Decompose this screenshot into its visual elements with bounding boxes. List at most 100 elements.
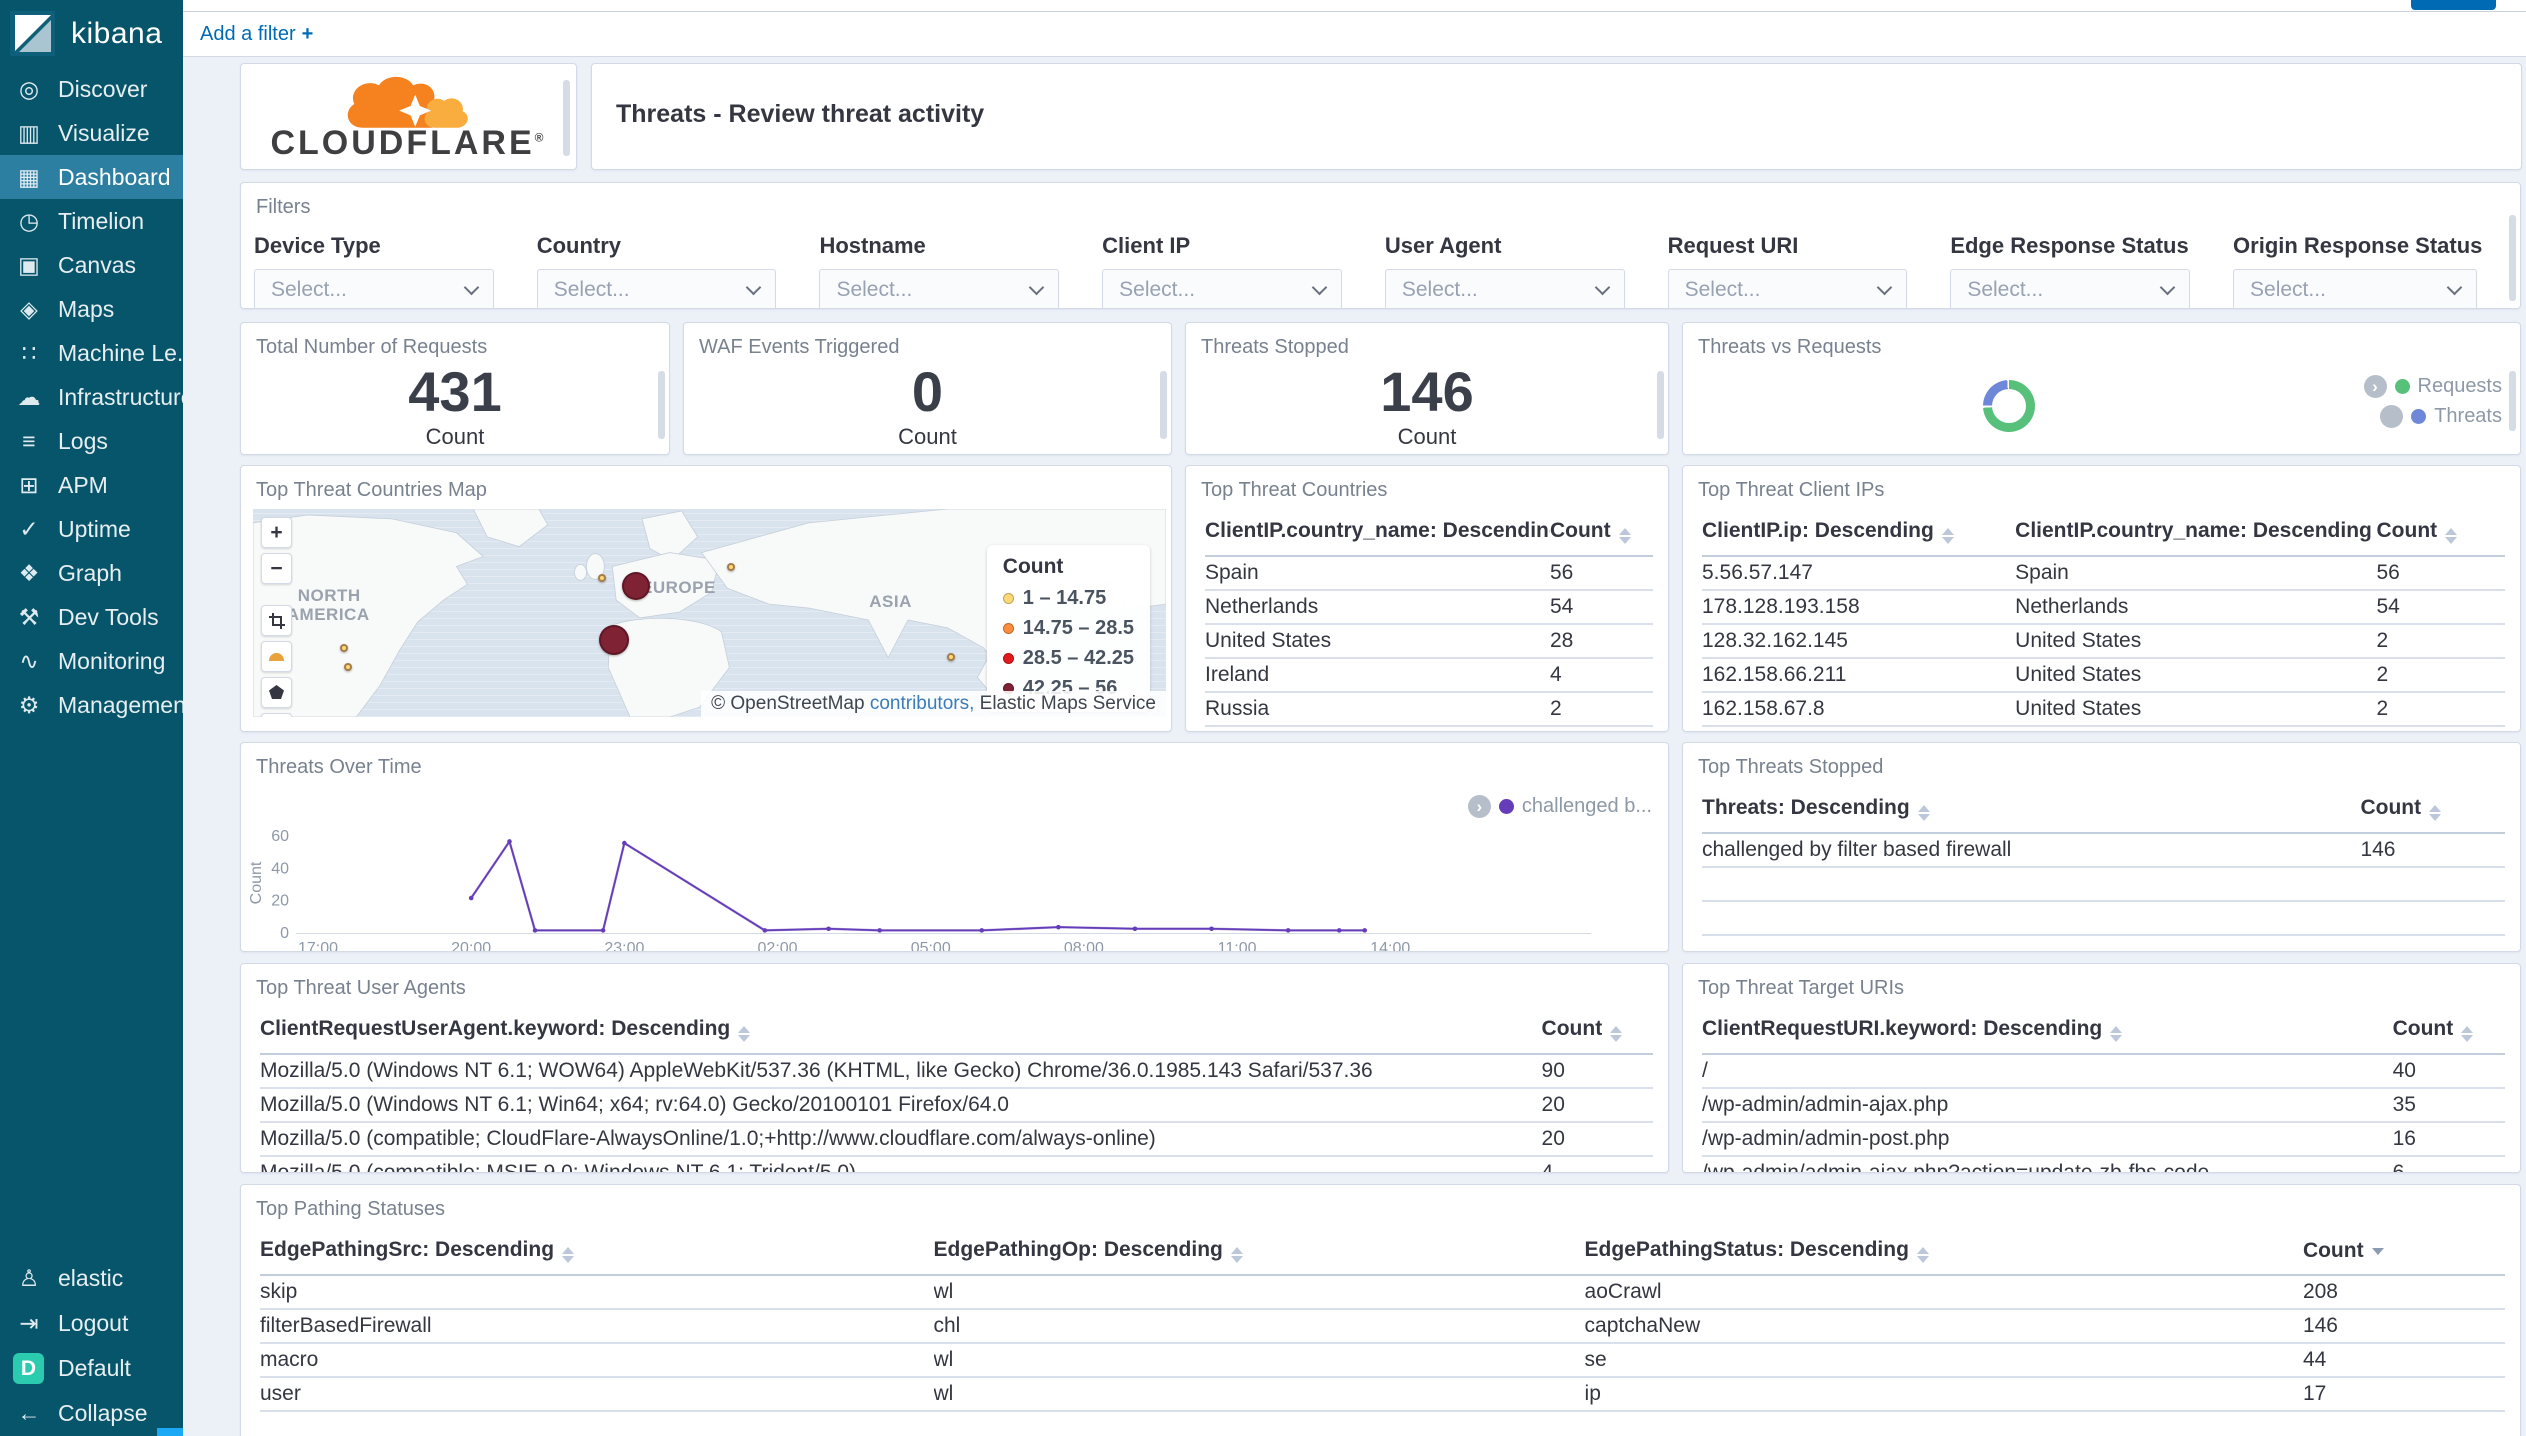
column-header[interactable]: ClientIP.country_name: Descending xyxy=(1205,510,1550,557)
sidebar-item-dev-tools[interactable]: ⚒ Dev Tools xyxy=(0,595,183,639)
world-map[interactable]: NORTH AMERICA EUROPE ASIA + − Count 1 – … xyxy=(253,509,1166,717)
column-header[interactable]: ClientIP.country_name: Descending xyxy=(2015,510,2377,557)
kibana-logo[interactable]: kibana xyxy=(0,0,183,67)
column-header[interactable]: ClientIP.ip: Descending xyxy=(1702,510,2016,557)
line-chart: 0 20 40 60 Count 17:00 20:00 23:00 02:00 05:00 08:… xyxy=(248,828,1591,952)
chevron-down-icon xyxy=(746,279,762,296)
sidebar-item-monitoring[interactable]: ∿ Monitoring xyxy=(0,639,183,683)
column-header[interactable]: EdgePathingStatus: Descending xyxy=(1584,1229,2303,1276)
sort-icon[interactable] xyxy=(1618,528,1631,544)
column-header[interactable]: Count xyxy=(2376,510,2505,557)
column-header[interactable]: Count xyxy=(1541,1008,1653,1055)
sidebar-item-apm[interactable]: ⊞ APM xyxy=(0,463,183,507)
sidebar-item-logs[interactable]: ≡ Logs xyxy=(0,419,183,463)
bucket-dot-icon xyxy=(1002,623,1014,634)
sidebar-item-user[interactable]: ♙ elastic xyxy=(0,1256,183,1301)
sort-icon[interactable] xyxy=(562,1247,575,1263)
sort-icon[interactable] xyxy=(2371,1247,2384,1255)
sort-icon[interactable] xyxy=(2445,528,2458,544)
sort-icon[interactable] xyxy=(1230,1247,1243,1263)
column-header[interactable]: EdgePathingOp: Descending xyxy=(933,1229,1585,1276)
sidebar-item-maps[interactable]: ◈ Maps xyxy=(0,287,183,331)
donut-chart[interactable] xyxy=(1983,380,2035,432)
legend-item[interactable]: Threats xyxy=(2380,405,2502,428)
legend-expand-icon[interactable]: › xyxy=(1467,795,1491,818)
sidebar-item-dashboard[interactable]: ▦ Dashboard xyxy=(0,155,183,199)
column-header[interactable]: Count xyxy=(2360,787,2505,834)
scrollbar-thumb[interactable] xyxy=(1657,371,1664,439)
map-marker-china[interactable] xyxy=(946,652,955,661)
sidebar-item-label: elastic xyxy=(58,1265,124,1291)
map-draw-circle-button[interactable] xyxy=(261,641,292,672)
attribution-link[interactable]: contributors, xyxy=(870,693,975,714)
column-header[interactable]: ClientRequestURI.keyword: Descending xyxy=(1702,1008,2393,1055)
legend-expand-icon[interactable] xyxy=(2380,405,2404,428)
filter-select-device-type[interactable]: Select... xyxy=(254,269,494,308)
sidebar-item-canvas[interactable]: ▣ Canvas xyxy=(0,243,183,287)
sort-icon[interactable] xyxy=(1916,1247,1929,1263)
sidebar-item-uptime[interactable]: ✓ Uptime xyxy=(0,507,183,551)
column-header[interactable]: ClientRequestUserAgent.keyword: Descendi… xyxy=(260,1008,1542,1055)
update-button-partial[interactable] xyxy=(2411,0,2496,10)
column-header[interactable]: Count xyxy=(1549,510,1653,557)
map-legend-row: 1 – 14.75 xyxy=(1002,587,1134,610)
sidebar-item-visualize[interactable]: ▥ Visualize xyxy=(0,111,183,155)
icon-graph: ❖ xyxy=(18,559,40,586)
panel-title: Threats vs Requests xyxy=(1698,336,1882,358)
sidebar-item-graph[interactable]: ❖ Graph xyxy=(0,551,183,595)
scrollbar-thumb[interactable] xyxy=(658,371,665,439)
icon-logs: ≡ xyxy=(22,427,36,454)
sort-icon[interactable] xyxy=(2110,1026,2123,1042)
sidebar-item-label: Logout xyxy=(58,1310,129,1336)
sidebar-item-collapse[interactable]: ← Collapse xyxy=(0,1391,183,1436)
column-header[interactable]: Threats: Descending xyxy=(1702,787,2361,834)
sort-icon[interactable] xyxy=(1941,528,1954,544)
scrollbar-thumb[interactable] xyxy=(2509,371,2516,431)
legend-expand-icon[interactable]: › xyxy=(2363,375,2387,398)
sidebar-item-timelion[interactable]: ◷ Timelion xyxy=(0,199,183,243)
sort-icon[interactable] xyxy=(2461,1026,2474,1042)
sidebar-item-logout[interactable]: ⇥ Logout xyxy=(0,1301,183,1346)
sort-icon[interactable] xyxy=(1610,1026,1623,1042)
line-legend[interactable]: › challenged b... xyxy=(1467,795,1652,818)
svg-text:05:00: 05:00 xyxy=(911,940,951,952)
filter-label: User Agent xyxy=(1384,233,1502,258)
map-marker-spain[interactable] xyxy=(598,625,629,656)
filter-select-country[interactable]: Select... xyxy=(536,269,777,308)
filter-select-hostname[interactable]: Select... xyxy=(819,269,1060,308)
map-marker-ireland[interactable] xyxy=(597,573,606,582)
sort-icon[interactable] xyxy=(1917,805,1930,821)
map-zoom-out-button[interactable]: − xyxy=(261,553,292,584)
map-draw-rect-button[interactable] xyxy=(261,713,292,717)
sidebar-item-infrastructure[interactable]: ☁ Infrastructure xyxy=(0,375,184,419)
svg-text:20: 20 xyxy=(271,893,289,910)
scrollbar-thumb[interactable] xyxy=(563,80,570,156)
filter-select-client-ip[interactable]: Select... xyxy=(1102,269,1342,308)
legend-item[interactable]: › Requests xyxy=(2363,375,2502,398)
map-crop-tool-button[interactable] xyxy=(261,605,292,636)
sidebar-item-space-default[interactable]: D Default xyxy=(0,1346,183,1391)
filter-select-edge-response-status[interactable]: Select... xyxy=(1950,269,2191,308)
sidebar-item-machine-learning[interactable]: ∷ Machine Le... xyxy=(0,331,183,375)
sidebar-item-label: Management xyxy=(58,691,183,718)
filter-select-origin-response-status[interactable]: Select... xyxy=(2233,269,2478,308)
top-threats-stopped-panel: Top Threats Stopped Threats: Descending C… xyxy=(1682,742,2521,952)
sidebar-item-discover[interactable]: ◎ Discover xyxy=(0,67,183,111)
map-marker-united-states[interactable] xyxy=(343,663,352,672)
column-header[interactable]: EdgePathingSrc: Descending xyxy=(260,1229,934,1276)
map-draw-polygon-button[interactable] xyxy=(261,677,292,708)
filter-select-request-uri[interactable]: Select... xyxy=(1667,269,1908,308)
filter-select-user-agent[interactable]: Select... xyxy=(1384,269,1625,308)
sort-icon[interactable] xyxy=(2429,805,2442,821)
map-zoom-in-button[interactable]: + xyxy=(261,517,292,548)
top-threat-target-uris-table: ClientRequestURI.keyword: Descending Coun… xyxy=(1702,1008,2505,1172)
chevron-down-icon xyxy=(1877,279,1893,296)
column-header[interactable]: Count xyxy=(2302,1229,2505,1276)
top-threats-stopped-table: Threats: Descending Count challenged by f… xyxy=(1702,787,2505,936)
sidebar-item-management[interactable]: ⚙ Management xyxy=(0,683,183,727)
scrollbar-thumb[interactable] xyxy=(1160,371,1167,439)
scrollbar-thumb[interactable] xyxy=(2509,215,2516,301)
column-header[interactable]: Count xyxy=(2392,1008,2505,1055)
add-filter-link[interactable]: Add a filter + xyxy=(200,23,313,46)
sort-icon[interactable] xyxy=(738,1026,751,1042)
